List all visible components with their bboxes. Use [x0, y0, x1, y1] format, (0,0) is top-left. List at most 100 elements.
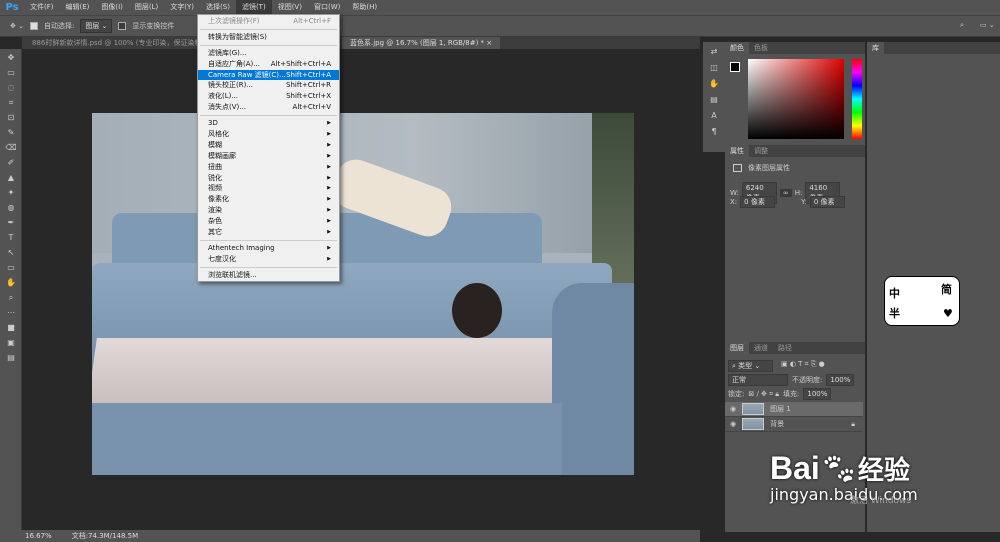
- tool-icon[interactable]: ✦: [5, 187, 17, 199]
- filter-menu-item[interactable]: 自适应广角(A)... Alt+Shift+Ctrl+A: [198, 59, 339, 70]
- menu-3[interactable]: 图层(L): [129, 0, 164, 15]
- filter-menu-item[interactable]: 渲染 ▶: [198, 205, 339, 216]
- menu-0[interactable]: 文件(F): [24, 0, 60, 15]
- filter-menu-item[interactable]: Athentech Imaging ▶: [198, 243, 339, 254]
- menu-1[interactable]: 编辑(E): [60, 0, 96, 15]
- panel-icon[interactable]: ▤: [708, 94, 720, 106]
- filter-menu-item[interactable]: 其它 ▶: [198, 227, 339, 238]
- filter-menu-item[interactable]: 模糊画廊 ▶: [198, 151, 339, 162]
- tool-icon[interactable]: ▤: [5, 352, 17, 364]
- filter-menu-item[interactable]: 风格化 ▶: [198, 129, 339, 140]
- panel-icon[interactable]: ⇄: [708, 46, 720, 58]
- move-tool-icon[interactable]: ✥ ⌄: [10, 22, 24, 30]
- tool-icon[interactable]: ▭: [5, 67, 17, 79]
- filter-menu-item[interactable]: 镜头校正(R)... Shift+Ctrl+R: [198, 80, 339, 91]
- panel-icon[interactable]: ✋: [708, 78, 720, 90]
- lock-icons[interactable]: ⊠ ∕ ✥ ⌗ 🔒︎: [748, 390, 779, 399]
- canvas-image[interactable]: [92, 113, 634, 475]
- panel-icon[interactable]: ◫: [708, 62, 720, 74]
- zoom-level[interactable]: 16.67%: [25, 530, 52, 542]
- tool-icon[interactable]: ◍: [5, 202, 17, 214]
- filter-menu-item[interactable]: 3D ▶: [198, 118, 339, 129]
- search-icon[interactable]: ⌕: [960, 21, 964, 30]
- workspace-icon[interactable]: ▭ ⌄: [980, 21, 995, 29]
- opacity-field[interactable]: 100%: [826, 374, 855, 386]
- menu-5[interactable]: 选择(S): [200, 0, 236, 15]
- tab-adjustments[interactable]: 调整: [749, 145, 773, 157]
- heart-icon: ♥: [943, 307, 953, 320]
- fill-field[interactable]: 100%: [803, 388, 832, 400]
- layer-thumbnail: [742, 418, 765, 430]
- tool-icon[interactable]: ▣: [5, 337, 17, 349]
- menu-4[interactable]: 文字(Y): [164, 0, 200, 15]
- tab-doc-2[interactable]: 蓝色系.jpg @ 16.7% (图层 1, RGB/8#) * ×: [342, 37, 501, 49]
- filter-menu-item[interactable]: 液化(L)... Shift+Ctrl+X: [198, 91, 339, 102]
- close-icon[interactable]: ×: [486, 39, 492, 47]
- auto-select-checkbox[interactable]: [29, 22, 38, 30]
- menu-2[interactable]: 图像(I): [95, 0, 129, 15]
- tool-icon[interactable]: ✥: [5, 52, 17, 64]
- blend-mode-dropdown[interactable]: 正常: [728, 374, 788, 386]
- eye-icon[interactable]: ◉: [730, 405, 736, 413]
- panel-icon[interactable]: A: [708, 110, 720, 122]
- filter-menu-item[interactable]: 上次滤镜操作(F) Alt+Ctrl+F: [198, 16, 339, 27]
- menu-6[interactable]: 滤镜(T): [235, 0, 272, 15]
- filter-menu-item[interactable]: Camera Raw 滤镜(C)... Shift+Ctrl+A: [198, 69, 339, 81]
- tool-icon[interactable]: ▭: [5, 262, 17, 274]
- tool-icon[interactable]: T: [5, 232, 17, 244]
- filter-icons[interactable]: ▣ ◐ T ⌗ ⎘ ●: [781, 360, 825, 372]
- tool-icon[interactable]: ⌗: [5, 97, 17, 109]
- menu-8[interactable]: 窗口(W): [308, 0, 346, 15]
- filter-menu-item[interactable]: 视频 ▶: [198, 183, 339, 194]
- sticker-text: 中: [889, 287, 900, 300]
- tool-icon[interactable]: ⌫: [5, 142, 17, 154]
- menu-7[interactable]: 视图(V): [272, 0, 308, 15]
- layer-row[interactable]: ◉ 背景 🔒︎: [725, 417, 863, 432]
- color-field[interactable]: [748, 59, 844, 139]
- tab-paths[interactable]: 路径: [773, 342, 797, 354]
- tool-icon[interactable]: ✐: [5, 157, 17, 169]
- filter-menu-item[interactable]: 消失点(V)... Alt+Ctrl+V: [198, 102, 339, 113]
- tab-layers[interactable]: 图层: [725, 342, 749, 354]
- menu-9[interactable]: 帮助(H): [346, 0, 383, 15]
- menu-item-label: 滤镜库(G)...: [208, 48, 247, 57]
- show-transform-checkbox[interactable]: [118, 22, 127, 30]
- filter-menu-item[interactable]: 浏览联机滤镜...: [198, 270, 339, 281]
- tool-icon[interactable]: ▲: [5, 172, 17, 184]
- tab-color[interactable]: 颜色: [725, 42, 749, 54]
- layer-filter-dropdown[interactable]: ⌕ 类型 ⌄: [728, 360, 773, 372]
- filter-menu-item[interactable]: 滤镜库(G)...: [198, 48, 339, 59]
- panel-icon[interactable]: ¶: [708, 126, 720, 138]
- tool-icon[interactable]: ↖: [5, 247, 17, 259]
- tool-icon[interactable]: ✋: [5, 277, 17, 289]
- tab-properties[interactable]: 属性: [725, 145, 749, 157]
- tool-icon[interactable]: ⊡: [5, 112, 17, 124]
- filter-menu-item[interactable]: 七度汉化 ▶: [198, 254, 339, 265]
- tab-channels[interactable]: 通道: [749, 342, 773, 354]
- hue-slider[interactable]: [852, 59, 862, 139]
- tool-icon[interactable]: ⋯: [5, 307, 17, 319]
- filter-menu-item[interactable]: 扭曲 ▶: [198, 162, 339, 173]
- eye-icon[interactable]: ◉: [730, 420, 736, 428]
- filter-menu-item[interactable]: 像素化 ▶: [198, 194, 339, 205]
- filter-menu-item[interactable]: 杂色 ▶: [198, 216, 339, 227]
- tool-icon[interactable]: ✎: [5, 127, 17, 139]
- tab-swatches[interactable]: 色板: [749, 42, 773, 54]
- tool-icon[interactable]: ◌: [5, 82, 17, 94]
- layer-row[interactable]: ◉ 图层 1: [725, 402, 863, 417]
- filter-menu-item[interactable]: 锐化 ▶: [198, 173, 339, 184]
- fill-label: 填充:: [783, 390, 800, 398]
- filter-menu-item[interactable]: 模糊 ▶: [198, 140, 339, 151]
- tool-icon[interactable]: ■: [5, 322, 17, 334]
- x-field[interactable]: 0 像素: [740, 196, 776, 208]
- tool-icon[interactable]: ✒: [5, 217, 17, 229]
- foreground-color-swatch[interactable]: [730, 62, 740, 72]
- auto-select-dropdown[interactable]: 图层 ⌄: [80, 19, 113, 33]
- ps-logo: Ps: [5, 2, 19, 13]
- tool-icon[interactable]: ⌕: [5, 292, 17, 304]
- y-field[interactable]: 0 像素: [809, 196, 845, 208]
- tab-library[interactable]: 库: [867, 42, 884, 54]
- menu-item-label: 渲染: [208, 206, 222, 215]
- doc-size[interactable]: 文档:74.3M/148.5M: [72, 530, 138, 542]
- filter-menu-item[interactable]: 转换为智能滤镜(S): [198, 32, 339, 43]
